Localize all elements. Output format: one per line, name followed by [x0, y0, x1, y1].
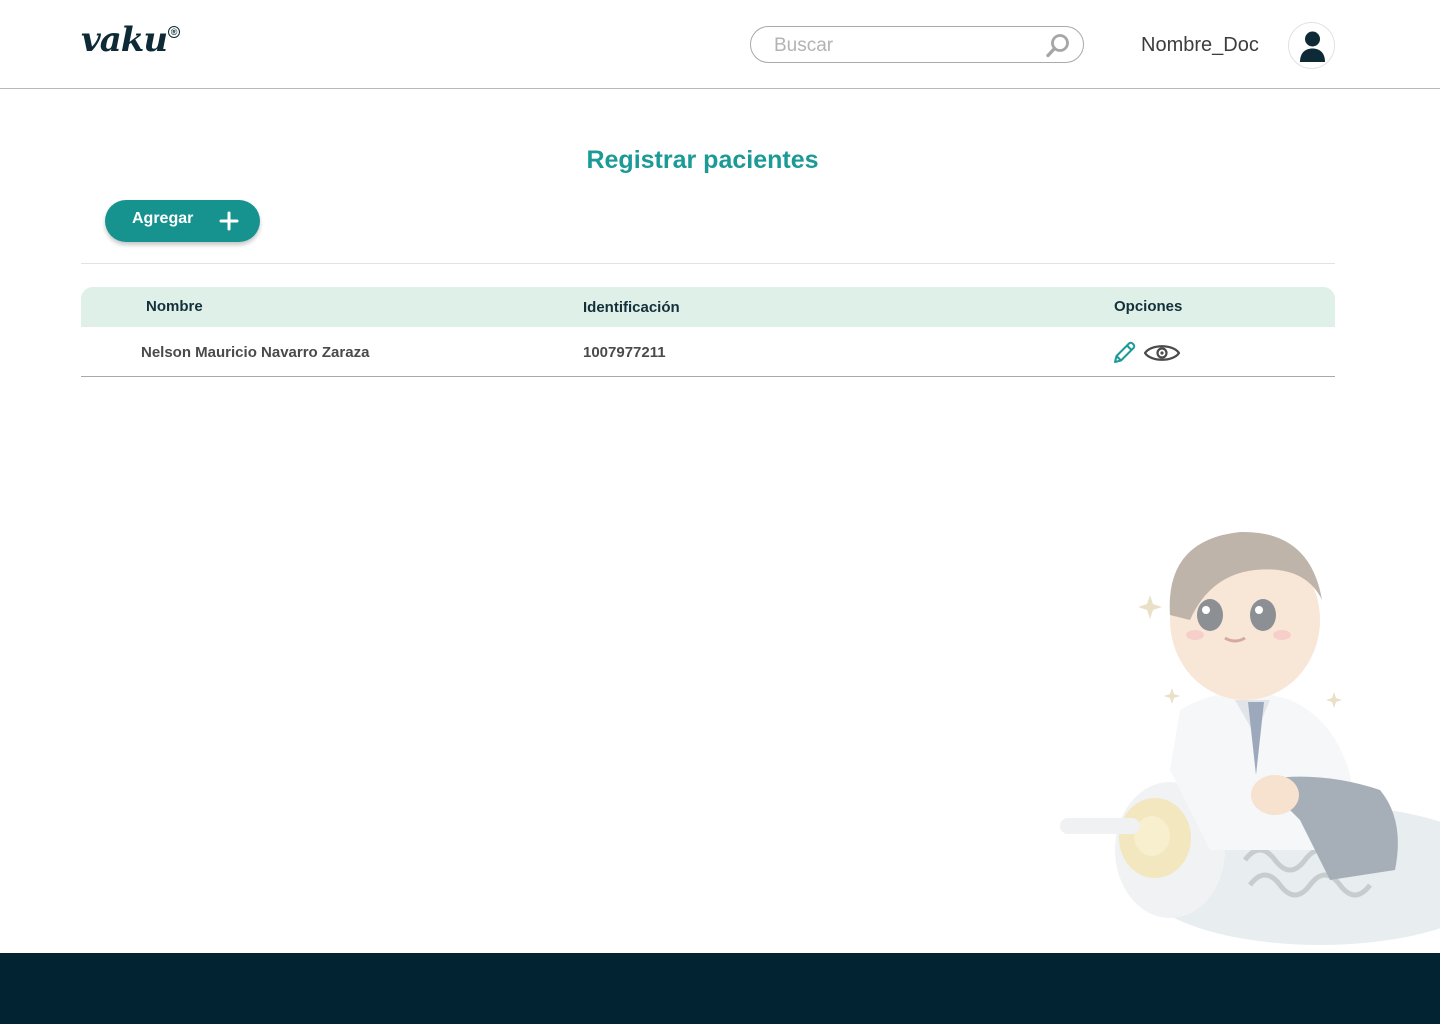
table-header: Nombre Identificación Opciones — [81, 287, 1335, 327]
user-name[interactable]: Nombre_Doc — [1141, 32, 1259, 58]
edit-icon[interactable] — [1110, 339, 1138, 367]
view-icon[interactable] — [1143, 340, 1181, 366]
doctor-illustration — [1060, 531, 1440, 945]
logo-text: vaku — [81, 20, 168, 60]
registered-mark: ® — [168, 26, 181, 38]
patient-name: Nelson Mauricio Navarro Zaraza — [141, 344, 370, 361]
table-row: Nelson Mauricio Navarro Zaraza 100797721… — [81, 327, 1335, 377]
add-button-label: Agregar — [132, 210, 194, 227]
search-icon[interactable] — [1045, 33, 1071, 59]
user-icon — [1300, 31, 1325, 62]
column-header-options: Opciones — [1114, 298, 1183, 315]
patients-table: Nombre Identificación Opciones Nelson Ma… — [81, 287, 1335, 377]
section-divider — [81, 263, 1335, 264]
plus-icon — [219, 211, 239, 231]
page-title: Registrar pacientes — [586, 146, 819, 174]
top-header: vaku ® Nombre_Doc — [0, 0, 1440, 89]
page-footer — [0, 953, 1440, 1024]
column-header-name: Nombre — [146, 298, 203, 315]
add-patient-button[interactable]: Agregar — [105, 200, 260, 242]
column-header-identification: Identificación — [583, 299, 680, 316]
user-avatar[interactable] — [1288, 22, 1335, 69]
patient-identification: 1007977211 — [583, 344, 666, 361]
vaku-logo[interactable]: vaku ® — [81, 20, 181, 60]
search-input[interactable] — [774, 33, 1034, 58]
search-box — [750, 26, 1084, 63]
